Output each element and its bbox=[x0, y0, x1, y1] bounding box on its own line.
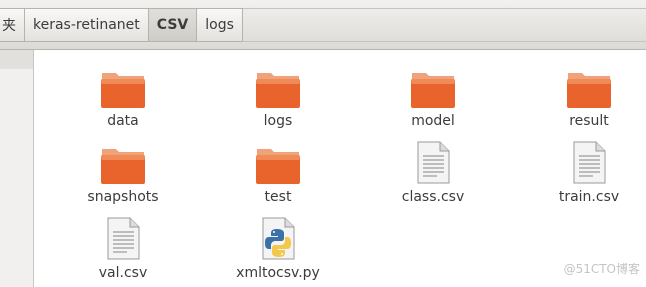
file-item-data[interactable]: data bbox=[58, 63, 188, 129]
sidebar bbox=[0, 50, 34, 287]
file-item-xmltocsv-py[interactable]: xmltocsv.py bbox=[213, 215, 343, 281]
breadcrumb-item-csv[interactable]: CSV bbox=[148, 8, 198, 42]
path-bar: 夹 keras-retinanet CSV logs bbox=[0, 0, 646, 50]
text-file-icon bbox=[107, 217, 140, 260]
file-grid: data logs model result snapshots test cl… bbox=[35, 51, 646, 287]
file-item-val-csv[interactable]: val.csv bbox=[58, 215, 188, 281]
file-item-result[interactable]: result bbox=[524, 63, 646, 129]
file-name: logs bbox=[263, 113, 293, 129]
file-item-snapshots[interactable]: snapshots bbox=[58, 139, 188, 205]
file-name: model bbox=[411, 113, 455, 129]
path-bar-trail bbox=[238, 8, 646, 42]
watermark: @51CTO博客 bbox=[563, 262, 640, 276]
file-name: result bbox=[569, 113, 609, 129]
sidebar-selected-item[interactable] bbox=[0, 50, 33, 69]
breadcrumb-item-parent[interactable]: 夹 bbox=[0, 8, 25, 42]
file-name: xmltocsv.py bbox=[236, 265, 320, 281]
text-file-icon bbox=[417, 141, 450, 184]
file-item-class-csv[interactable]: class.csv bbox=[368, 139, 498, 205]
file-item-model[interactable]: model bbox=[368, 63, 498, 129]
file-item-test[interactable]: test bbox=[213, 139, 343, 205]
breadcrumb-item-logs[interactable]: logs bbox=[197, 8, 243, 42]
folder-icon bbox=[101, 149, 145, 184]
file-name: data bbox=[107, 113, 139, 129]
file-item-train-csv[interactable]: train.csv bbox=[524, 139, 646, 205]
file-name: test bbox=[264, 189, 292, 205]
file-name: class.csv bbox=[401, 189, 465, 205]
text-file-icon bbox=[573, 141, 606, 184]
file-name: train.csv bbox=[558, 189, 620, 205]
folder-icon bbox=[101, 73, 145, 108]
folder-icon bbox=[411, 73, 455, 108]
file-name: snapshots bbox=[87, 189, 159, 205]
folder-icon bbox=[256, 73, 300, 108]
breadcrumb: 夹 keras-retinanet CSV logs bbox=[0, 0, 243, 50]
file-name: val.csv bbox=[98, 265, 148, 281]
breadcrumb-item-keras-retinanet[interactable]: keras-retinanet bbox=[25, 8, 149, 42]
python-file-icon bbox=[262, 217, 295, 260]
folder-icon bbox=[256, 149, 300, 184]
folder-icon bbox=[567, 73, 611, 108]
file-item-logs[interactable]: logs bbox=[213, 63, 343, 129]
